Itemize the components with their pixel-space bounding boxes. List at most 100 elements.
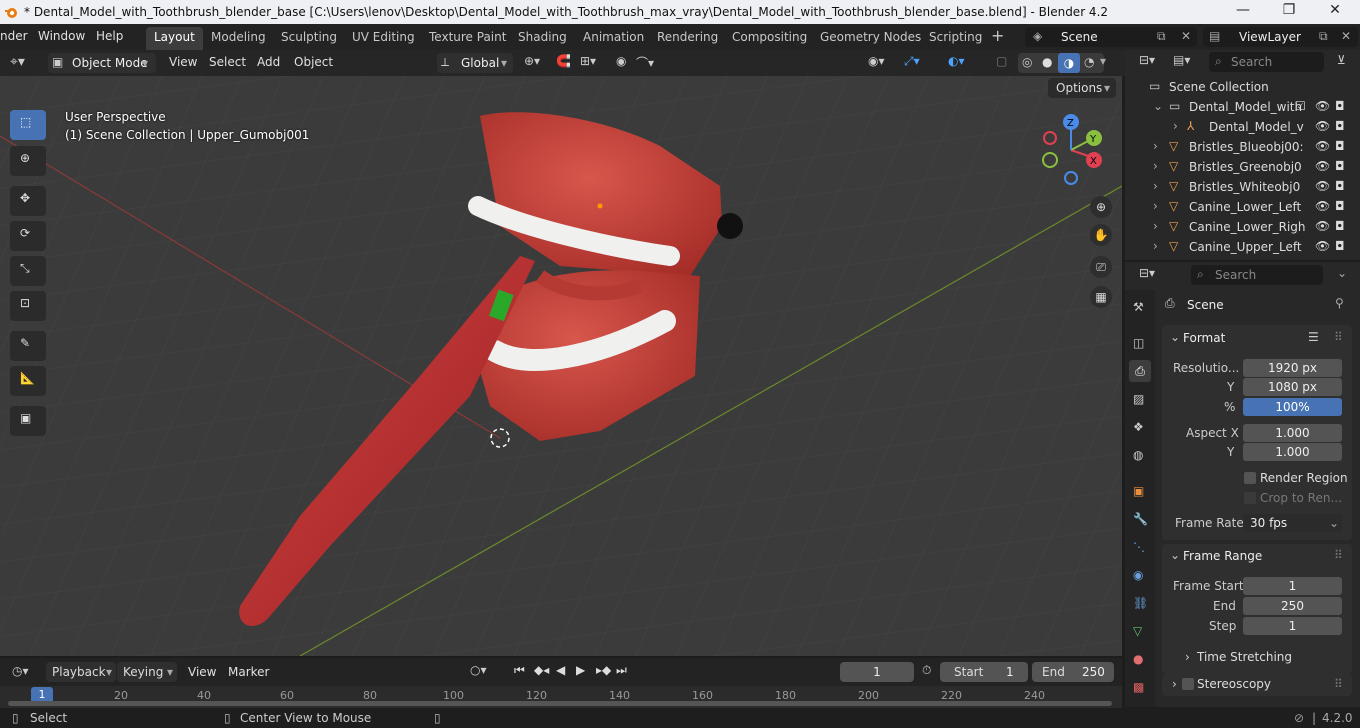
outliner-row[interactable]: › ▽ Canine_Upper_Left 👁 ◘ [1125,237,1360,257]
annotate-tool[interactable]: ✎ [10,331,46,361]
play-reverse-icon[interactable]: ◀ [556,663,565,677]
wireframe-shading-icon[interactable]: ◎ [1022,55,1032,69]
current-frame-field[interactable]: 1 [840,662,914,682]
maximize-button[interactable]: ❐ [1266,2,1312,18]
overlays-toggle-icon[interactable]: ◐▾ [948,54,965,68]
frame-range-title[interactable]: Frame Range [1183,549,1262,563]
eye-icon[interactable]: 👁 [1315,119,1330,133]
outliner-row[interactable]: ⌄ ▭ Dental_Model_with ☑ 👁 ◘ [1125,97,1360,117]
aspect-x-field[interactable]: 1.000 [1243,424,1342,442]
viewport-menu-view[interactable]: View [169,55,197,69]
navigation-gizmo[interactable]: X Y Z [1036,114,1106,186]
chevron-right-icon[interactable]: › [1153,199,1158,213]
camera-render-icon[interactable]: ◘ [1335,99,1345,113]
checkbox-icon[interactable]: ☑ [1295,99,1306,113]
chevron-down-icon[interactable]: ⌄ [1170,548,1180,562]
scale-tool[interactable]: ⤡ [10,256,46,286]
menu-help[interactable]: Help [96,29,123,43]
viewport-menu-object[interactable]: Object [294,55,333,69]
start-frame-field[interactable]: Start 1 [940,662,1028,682]
object-tab-icon[interactable]: ▣ [1133,484,1144,498]
outliner-row[interactable]: › ▽ Canine_Lower_Righ 👁 ◘ [1125,217,1360,237]
camera-render-icon[interactable]: ◘ [1335,239,1345,253]
eye-icon[interactable]: 👁 [1315,139,1330,153]
snap-target-icon[interactable]: ⊞▾ [580,54,596,68]
time-stretching-subpanel[interactable]: Time Stretching [1197,650,1292,664]
presets-list-icon[interactable]: ☰ [1308,330,1319,344]
scene-selector[interactable]: ◈ Scene ⧉ ✕ [1025,27,1197,47]
close-window-button[interactable]: ✕ [1312,2,1358,18]
falloff-icon[interactable]: ⌒▾ [636,54,654,71]
eye-icon[interactable]: 👁 [1315,179,1330,193]
timeline-scrollbar[interactable] [8,701,1112,706]
aspect-y-field[interactable]: 1.000 [1243,443,1342,461]
resolution-y-field[interactable]: 1080 px [1243,378,1342,396]
frame-end-field[interactable]: 250 [1243,597,1342,615]
delete-scene-icon[interactable]: ✕ [1181,29,1191,43]
constraints-tab-icon[interactable]: ⛓ [1133,596,1148,610]
play-icon[interactable]: ▶ [576,663,585,677]
chevron-right-icon[interactable]: › [1153,139,1158,153]
stereoscopy-title[interactable]: Stereoscopy [1197,677,1271,691]
drag-handle-icon[interactable]: ⠿ [1334,548,1343,562]
new-view-layer-icon[interactable]: ⧉ [1319,29,1328,44]
proportional-editing-icon[interactable]: ◉ [616,54,626,68]
preview-range-icon[interactable]: ⏱ [922,663,931,678]
eye-icon[interactable]: 👁 [1315,199,1330,213]
gizmo-toggle-icon[interactable]: ⤢▾ [904,54,920,69]
add-cube-tool[interactable]: ▣ [10,406,46,436]
stereoscopy-checkbox[interactable] [1182,678,1194,690]
texture-tab-icon[interactable]: ▩ [1133,680,1144,694]
auto-keying-icon[interactable]: ○▾ [470,663,487,677]
rotate-tool[interactable]: ⟳ [10,221,46,251]
visibility-icon[interactable]: ◉▾ [868,54,885,68]
camera-view-icon[interactable]: ⎚ [1090,256,1112,278]
tool-tab-icon[interactable]: ⚒ [1133,300,1144,314]
frame-rate-dropdown[interactable]: 30 fps ⌄ [1243,514,1342,532]
outliner-row[interactable]: › ⅄ Dental_Model_v 👁 ◘ [1125,117,1360,137]
chevron-down-icon[interactable]: ⌄ [1153,99,1163,113]
transform-orientation-dropdown[interactable]: ⟂ Global ▾ [437,53,513,73]
tab-geometry-nodes[interactable]: Geometry Nodes [820,30,921,44]
tab-shading[interactable]: Shading [518,30,567,44]
jump-end-icon[interactable]: ⏭ [616,663,627,678]
tab-texture-paint[interactable]: Texture Paint [429,30,506,44]
timeline-menu-marker[interactable]: Marker [228,665,269,679]
pin-icon[interactable]: ⚲ [1335,296,1344,310]
chevron-right-icon[interactable]: › [1172,677,1177,691]
outliner-row[interactable]: › ▽ Bristles_Whiteobj0 👁 ◘ [1125,177,1360,197]
menu-render[interactable]: nder [0,29,28,43]
outliner-editor-icon[interactable]: ⊟▾ [1139,53,1155,67]
material-tab-icon[interactable]: ● [1133,652,1143,666]
outliner-search-input[interactable]: ⌕ Search [1209,52,1324,72]
display-mode-icon[interactable]: ▤▾ [1173,53,1190,67]
chevron-right-icon[interactable]: › [1153,239,1158,253]
view-layer-selector[interactable]: ▤ ViewLayer ⧉ ✕ [1203,27,1358,47]
filter-icon[interactable]: ⊻ [1337,53,1346,67]
timeline-ruler[interactable]: 1 20 40 60 80 100 120 140 160 180 200 22… [0,686,1122,708]
timeline-menu-view[interactable]: View [188,665,216,679]
ortho-grid-icon[interactable]: ▦ [1090,286,1112,308]
material-preview-shading-icon[interactable]: ◑ [1058,53,1080,73]
pan-hand-icon[interactable]: ✋ [1090,224,1112,246]
camera-render-icon[interactable]: ◘ [1335,119,1345,133]
modifier-tab-icon[interactable]: 🔧 [1133,512,1148,526]
chevron-right-icon[interactable]: › [1185,650,1190,664]
outliner-row[interactable]: › ▽ Bristles_Blueobj00: 👁 ◘ [1125,137,1360,157]
add-workspace-icon[interactable]: + [991,26,1004,45]
rendered-shading-icon[interactable]: ◔ [1084,55,1094,69]
outliner-row[interactable]: › ▽ Canine_Lower_Left 👁 ◘ [1125,197,1360,217]
tab-layout[interactable]: Layout [146,27,203,50]
eye-icon[interactable]: 👁 [1315,99,1330,113]
jump-start-icon[interactable]: ⏮ [514,663,525,678]
chevron-down-icon[interactable]: ⌄ [1337,266,1347,280]
frame-step-field[interactable]: 1 [1243,617,1342,635]
measure-tool[interactable]: 📐 [10,366,46,396]
tab-animation[interactable]: Animation [583,30,644,44]
data-tab-icon[interactable]: ▽ [1133,624,1142,638]
render-tab-icon[interactable]: ◫ [1133,336,1144,350]
snap-icon[interactable]: 🧲 [556,54,571,68]
chevron-right-icon[interactable]: › [1153,159,1158,173]
chevron-right-icon[interactable]: › [1153,219,1158,233]
outliner-row[interactable]: › ▽ Bristles_Greenobj0 👁 ◘ [1125,157,1360,177]
